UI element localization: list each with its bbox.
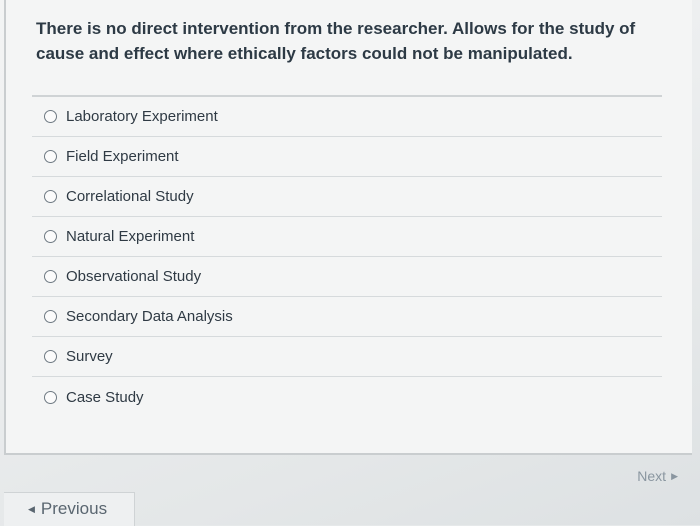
previous-button[interactable]: ◀ Previous [28, 499, 107, 519]
answer-option[interactable]: Field Experiment [32, 137, 662, 177]
radio-button[interactable] [44, 150, 57, 163]
radio-button[interactable] [44, 230, 57, 243]
answer-option-label: Secondary Data Analysis [66, 308, 233, 325]
answer-option-label: Observational Study [66, 268, 202, 285]
answer-option-label: Natural Experiment [66, 228, 195, 245]
answer-option-label: Laboratory Experiment [66, 108, 218, 125]
answer-options: Laboratory Experiment Field Experiment C… [32, 97, 662, 417]
question-text: There is no direct intervention from the… [36, 19, 636, 63]
answer-option-label: Field Experiment [66, 148, 179, 165]
triangle-left-icon: ◀ [28, 503, 35, 514]
answer-option-label: Survey [66, 348, 113, 365]
answer-option[interactable]: Laboratory Experiment [32, 97, 662, 137]
answer-option[interactable]: Secondary Data Analysis [32, 297, 662, 337]
triangle-right-icon: ▶ [671, 470, 678, 481]
radio-button[interactable] [44, 190, 57, 203]
answer-option[interactable]: Case Study [32, 377, 662, 417]
answer-option-label: Case Study [66, 388, 144, 406]
radio-button[interactable] [44, 270, 57, 283]
previous-label: Previous [40, 499, 108, 518]
answer-option[interactable]: Natural Experiment [32, 217, 662, 257]
radio-button[interactable] [44, 390, 57, 404]
answer-option[interactable]: Correlational Study [32, 177, 662, 217]
quiz-page: There is no direct intervention from the… [0, 0, 700, 526]
radio-button[interactable] [44, 110, 57, 123]
radio-button[interactable] [44, 310, 57, 323]
radio-button[interactable] [44, 350, 57, 363]
question-card: There is no direct intervention from the… [4, 0, 692, 455]
next-button[interactable]: Next ▶ [637, 468, 678, 484]
answer-option-label: Correlational Study [66, 188, 194, 205]
answer-option[interactable]: Survey [32, 337, 662, 377]
next-label: Next [637, 468, 667, 484]
answer-option[interactable]: Observational Study [32, 257, 662, 297]
